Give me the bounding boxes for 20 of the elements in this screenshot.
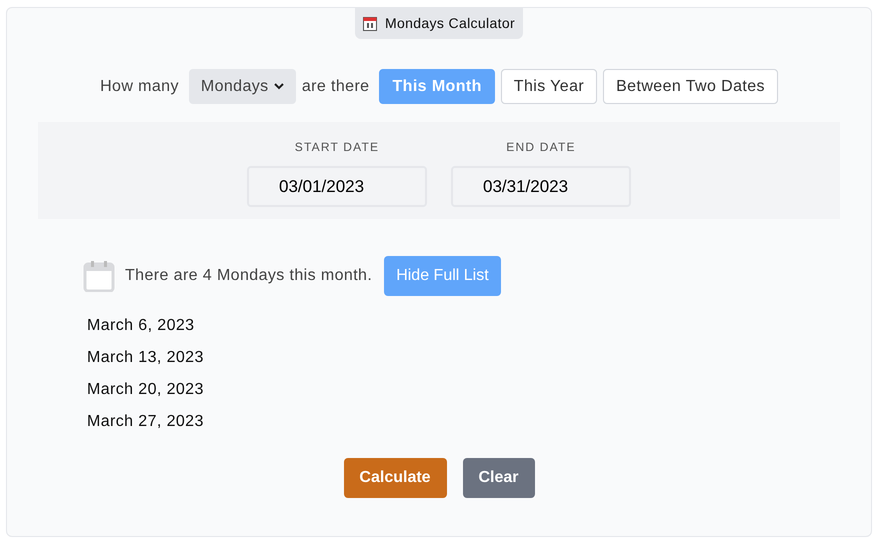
monday-date: March 20, 2023 <box>87 380 204 400</box>
date-field[interactable]: 03/31/2023 <box>451 166 631 207</box>
weekday-select[interactable]: Mondays <box>188 69 296 104</box>
field-label: START DATE <box>294 139 380 156</box>
date-field[interactable]: 03/01/2023 <box>247 166 427 207</box>
field-label: END DATE <box>506 139 576 156</box>
calendar-icon <box>83 260 115 292</box>
monday-date: March 27, 2023 <box>87 412 204 432</box>
result-text: There are 4 Mondays this month. <box>125 266 372 286</box>
chevron-icon <box>274 83 284 90</box>
prompt-text: How many <box>100 76 179 96</box>
prompt-text: are there <box>302 76 370 96</box>
mode-tab[interactable]: Between Two Dates <box>603 69 778 104</box>
clear-button[interactable]: Clear <box>462 458 534 498</box>
calendar-icon <box>362 16 377 31</box>
monday-date: March 13, 2023 <box>87 348 204 368</box>
calculate-button[interactable]: Calculate <box>344 458 446 498</box>
mode-tab[interactable]: This Year <box>500 69 598 104</box>
page-title: Mondays Calculator <box>384 14 516 33</box>
monday-date: March 6, 2023 <box>87 316 196 336</box>
